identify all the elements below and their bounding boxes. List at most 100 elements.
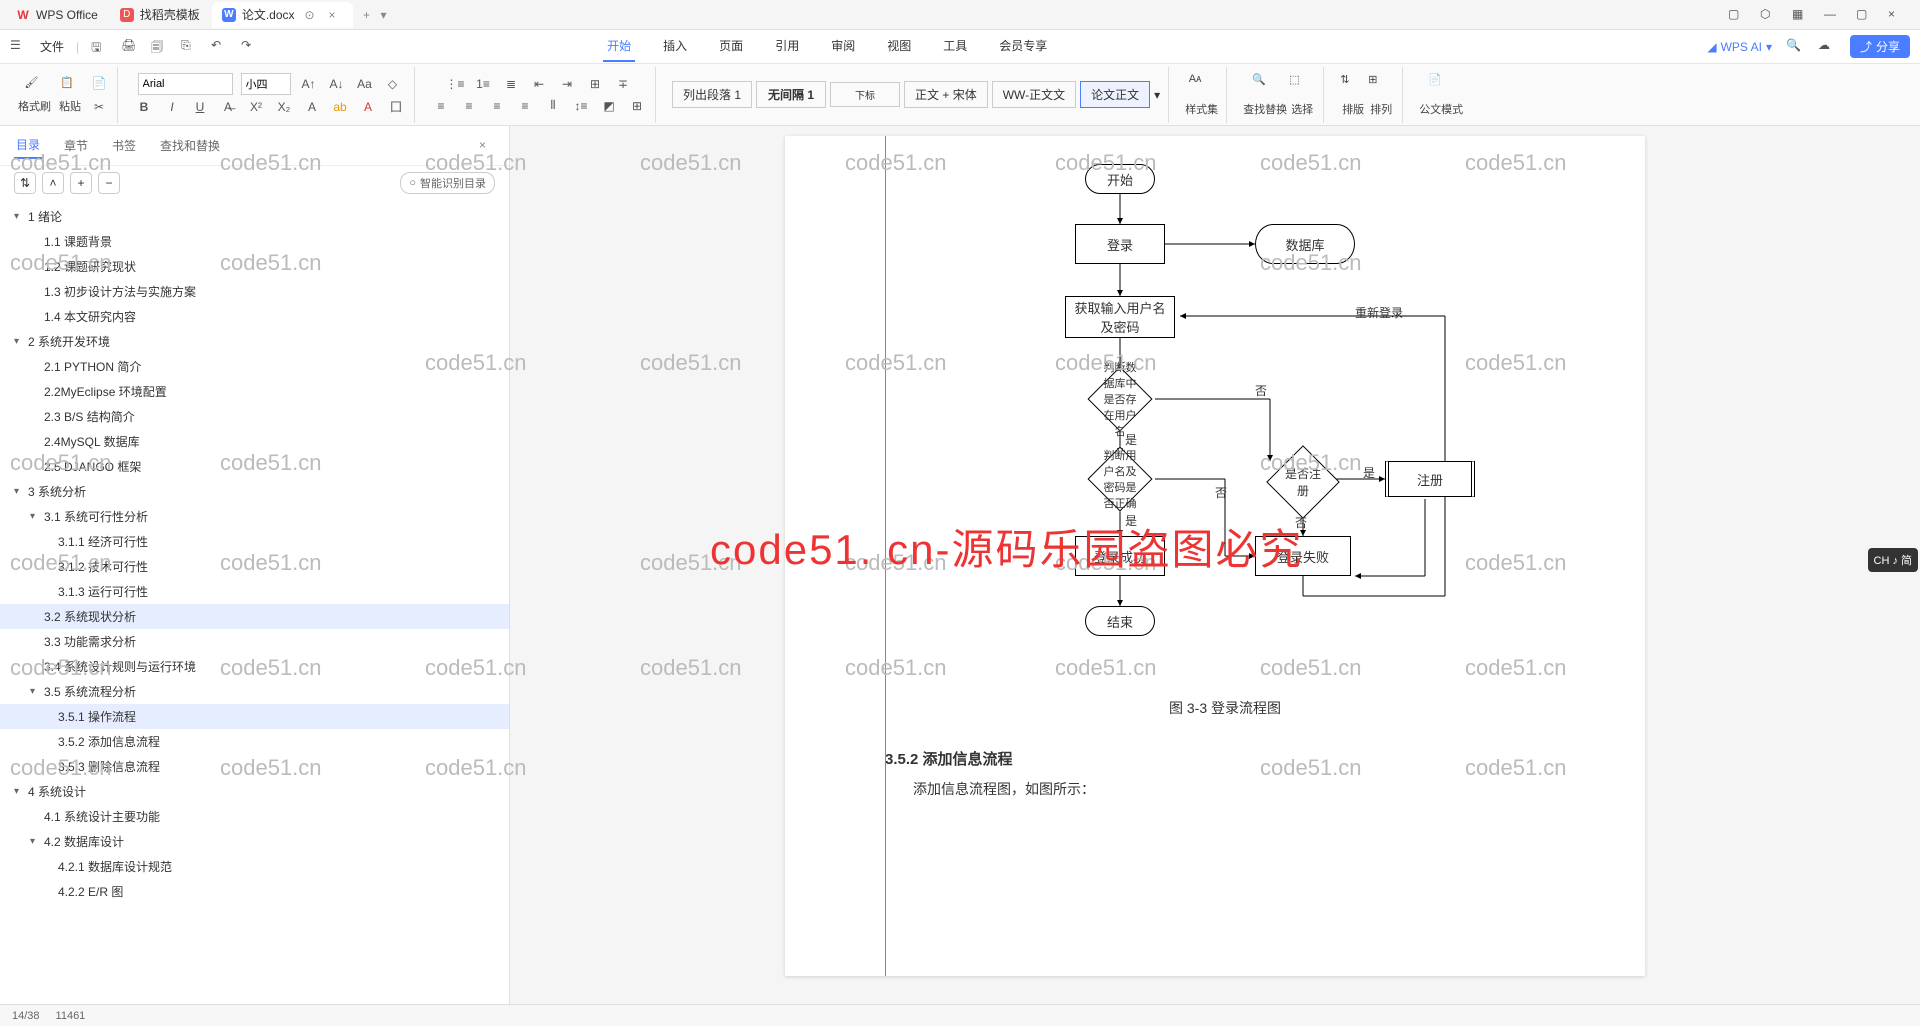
bullet-list-icon[interactable]: ⋮≡ <box>445 74 465 94</box>
panel-close-icon[interactable]: × <box>479 138 495 154</box>
arrange-button[interactable]: ⊞排列 <box>1368 73 1394 117</box>
align-justify-icon[interactable]: ≡ <box>515 96 535 116</box>
tab-wps-office[interactable]: W WPS Office <box>6 2 108 28</box>
share-button[interactable]: ⤴ 分享 <box>1850 35 1910 58</box>
styleset-button[interactable]: Aᴀ样式集 <box>1185 73 1218 117</box>
outline-item[interactable]: 2.1 PYTHON 简介 <box>0 354 509 379</box>
style-item[interactable]: 正文 + 宋体 <box>904 81 988 108</box>
tab-document[interactable]: W 论文.docx ⊙ × <box>212 2 353 28</box>
caret-icon[interactable]: ▾ <box>30 686 35 697</box>
status-page[interactable]: 14/38 <box>12 1010 40 1022</box>
new-tab-button[interactable]: + <box>355 8 379 22</box>
number-list-icon[interactable]: 1≡ <box>473 74 493 94</box>
menu-tab-insert[interactable]: 插入 <box>659 31 691 62</box>
outline-item[interactable]: 1.2 课题研究现状 <box>0 254 509 279</box>
outline-tree[interactable]: ▾1 绪论1.1 课题背景1.2 课题研究现状1.3 初步设计方法与实施方案1.… <box>0 200 509 1004</box>
outline-item[interactable]: 3.1.1 经济可行性 <box>0 529 509 554</box>
menu-tab-view[interactable]: 视图 <box>883 31 915 62</box>
multi-list-icon[interactable]: ≣ <box>501 74 521 94</box>
outline-item[interactable]: 3.5.1 操作流程 <box>0 704 509 729</box>
save-icon[interactable]: 🖫 <box>91 38 109 56</box>
ime-badge[interactable]: CH ♪ 简 <box>1868 548 1919 572</box>
font-color-icon[interactable]: A <box>358 97 378 117</box>
wps-ai-button[interactable]: ◢ WPS AI ▾ <box>1707 40 1772 54</box>
paste-button[interactable]: 📋粘贴 <box>59 76 81 114</box>
outline-item[interactable]: 4.2.1 数据库设计规范 <box>0 854 509 879</box>
outline-item[interactable]: 1.3 初步设计方法与实施方案 <box>0 279 509 304</box>
close-tab-icon[interactable]: × <box>329 8 343 22</box>
caret-icon[interactable]: ▾ <box>30 836 35 847</box>
outline-item[interactable]: ▾2 系统开发环境 <box>0 329 509 354</box>
smart-outline-button[interactable]: ○ 智能识别目录 <box>400 172 495 194</box>
highlight-icon[interactable]: ab <box>330 97 350 117</box>
menu-tab-reference[interactable]: 引用 <box>771 31 803 62</box>
print-icon[interactable]: 🖨 <box>121 38 139 56</box>
menu-icon[interactable]: ☰ <box>10 38 28 56</box>
find-replace-button[interactable]: 🔍查找替换 <box>1243 73 1287 117</box>
grow-font-icon[interactable]: A↑ <box>299 74 319 94</box>
shrink-font-icon[interactable]: A↓ <box>327 74 347 94</box>
line-spacing-icon[interactable]: ↕≡ <box>571 96 591 116</box>
outline-item[interactable]: 3.5.3 删除信息流程 <box>0 754 509 779</box>
text-effect-icon[interactable]: A <box>302 97 322 117</box>
panel-tab-bookmark[interactable]: 书签 <box>110 133 138 158</box>
menu-tab-review[interactable]: 审阅 <box>827 31 859 62</box>
border-icon[interactable]: ⊞ <box>627 96 647 116</box>
sort-layout-button[interactable]: ⇅排版 <box>1340 73 1366 117</box>
bold-icon[interactable]: B <box>134 97 154 117</box>
superscript-icon[interactable]: X² <box>246 97 266 117</box>
outline-item[interactable]: 3.2 系统现状分析 <box>0 604 509 629</box>
tab-menu-icon[interactable]: ▾ <box>381 8 387 22</box>
outline-item[interactable]: ▾3 系统分析 <box>0 479 509 504</box>
outline-item[interactable]: 4.2.2 E/R 图 <box>0 879 509 904</box>
redo-icon[interactable]: ↷ <box>241 38 259 56</box>
outline-item[interactable]: 1.1 课题背景 <box>0 229 509 254</box>
app-icon-1[interactable]: ▢ <box>1728 7 1744 23</box>
minimize-icon[interactable]: — <box>1824 7 1840 23</box>
outline-item[interactable]: 4.1 系统设计主要功能 <box>0 804 509 829</box>
caret-icon[interactable]: ▾ <box>14 211 19 222</box>
outline-item[interactable]: 3.5.2 添加信息流程 <box>0 729 509 754</box>
panel-tab-toc[interactable]: 目录 <box>14 132 42 159</box>
underline-icon[interactable]: U <box>190 97 210 117</box>
case-icon[interactable]: Aa <box>355 74 375 94</box>
close-icon[interactable]: × <box>1888 7 1904 23</box>
align-right-icon[interactable]: ≡ <box>487 96 507 116</box>
style-item[interactable]: 无间隔 1 <box>756 81 826 108</box>
cloud-icon[interactable]: ☁ <box>1818 38 1836 56</box>
font-size-select[interactable] <box>241 73 291 95</box>
outline-item[interactable]: 3.3 功能需求分析 <box>0 629 509 654</box>
select-button[interactable]: ⬚选择 <box>1289 73 1315 117</box>
outline-item[interactable]: 2.3 B/S 结构简介 <box>0 404 509 429</box>
file-menu[interactable]: 文件 <box>40 38 64 55</box>
search-icon[interactable]: 🔍 <box>1786 38 1804 56</box>
align-center-icon[interactable]: ≡ <box>459 96 479 116</box>
app-icon-2[interactable]: ⬡ <box>1760 7 1776 23</box>
export-icon[interactable]: ⎘ <box>181 38 199 56</box>
remove-icon[interactable]: − <box>98 172 120 194</box>
italic-icon[interactable]: I <box>162 97 182 117</box>
copy-icon[interactable]: 📄 <box>89 73 109 93</box>
add-icon[interactable]: + <box>70 172 92 194</box>
caret-icon[interactable]: ▾ <box>14 486 19 497</box>
app-icon-3[interactable]: ▦ <box>1792 7 1808 23</box>
font-name-select[interactable] <box>138 73 233 95</box>
maximize-icon[interactable]: ▢ <box>1856 7 1872 23</box>
menu-tab-page[interactable]: 页面 <box>715 31 747 62</box>
caret-icon[interactable]: ▾ <box>30 511 35 522</box>
outline-item[interactable]: 1.4 本文研究内容 <box>0 304 509 329</box>
outline-item[interactable]: 2.4MySQL 数据库 <box>0 429 509 454</box>
menu-tab-tools[interactable]: 工具 <box>939 31 971 62</box>
cut-icon[interactable]: ✂ <box>89 97 109 117</box>
strike-icon[interactable]: A̶ <box>218 97 238 117</box>
status-words[interactable]: 11461 <box>56 1010 86 1022</box>
undo-icon[interactable]: ↶ <box>211 38 229 56</box>
preview-icon[interactable]: 🗐 <box>151 38 169 56</box>
indent-inc-icon[interactable]: ⇥ <box>557 74 577 94</box>
outline-item[interactable]: ▾4.2 数据库设计 <box>0 829 509 854</box>
menu-tab-member[interactable]: 会员专享 <box>995 31 1051 62</box>
official-mode-button[interactable]: 📄公文模式 <box>1419 73 1463 117</box>
pin-icon[interactable]: ⊙ <box>305 8 319 22</box>
outline-item[interactable]: 3.1.2 技术可行性 <box>0 554 509 579</box>
char-border-icon[interactable]: 囗 <box>386 97 406 117</box>
